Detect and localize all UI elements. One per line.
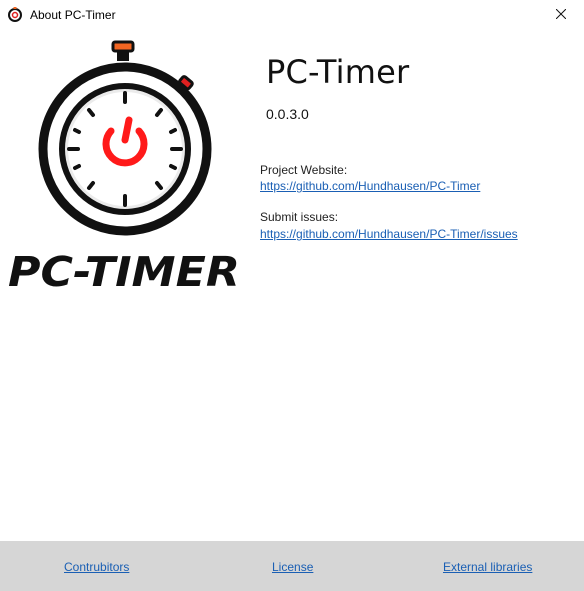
title-bar: About PC-Timer (0, 0, 584, 30)
pc-timer-logo: PC-TIMER (0, 36, 250, 296)
contributors-link[interactable]: Contrubitors (64, 560, 129, 574)
logo-wordmark: PC-TIMER (8, 248, 240, 296)
app-name: PC-Timer (266, 53, 410, 91)
footer: Contrubitors License External libraries (0, 541, 584, 591)
issues-label: Submit issues: (260, 210, 339, 224)
version-text: 0.0.3.0 (266, 106, 309, 122)
close-icon[interactable] (555, 6, 567, 24)
window-title: About PC-Timer (30, 8, 116, 22)
website-label: Project Website: (260, 163, 348, 177)
website-link[interactable]: https://github.com/Hundhausen/PC-Timer (260, 179, 480, 193)
issues-link[interactable]: https://github.com/Hundhausen/PC-Timer/i… (260, 227, 518, 241)
license-link[interactable]: License (272, 560, 313, 574)
pc-timer-icon (7, 7, 23, 23)
external-libraries-link[interactable]: External libraries (443, 560, 532, 574)
close-button[interactable] (538, 0, 584, 30)
stopwatch-button-icon (111, 40, 135, 53)
